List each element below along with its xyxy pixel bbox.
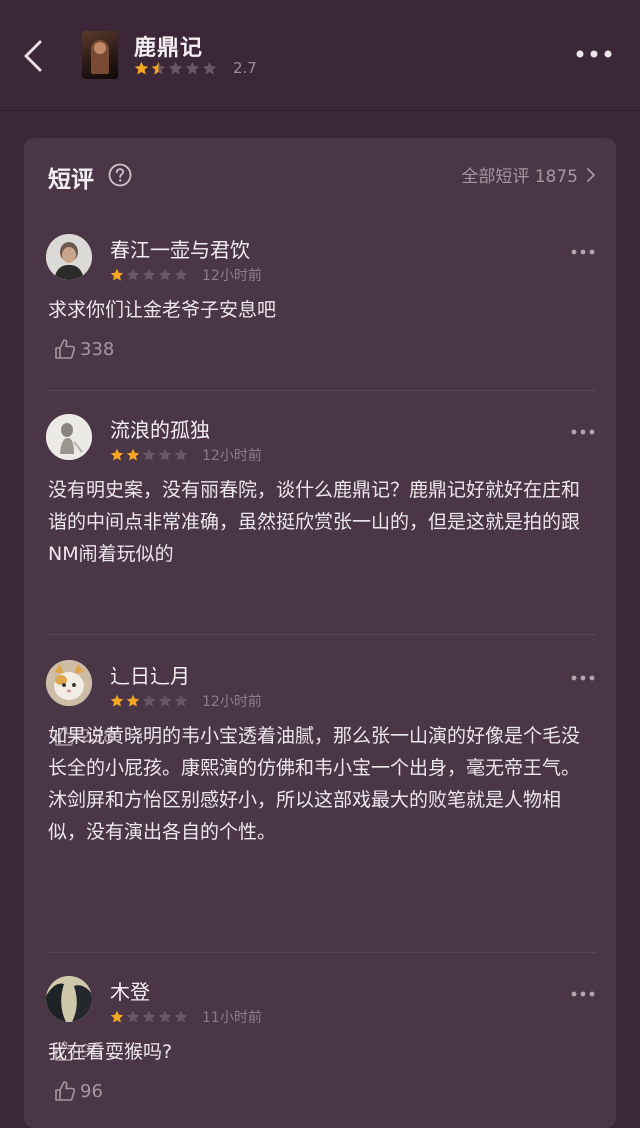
chevron-right-icon [587,167,595,182]
username[interactable]: 辶日辶月 [110,660,190,689]
movie-poster-thumbnail[interactable] [82,31,118,79]
avatar[interactable] [46,976,92,1022]
review-stars [110,1010,190,1024]
movie-title: 鹿鼎记 [134,36,204,61]
star-icon [185,61,200,74]
star-icon [142,268,156,281]
star-icon [110,448,124,461]
thumbs-up-icon [55,339,76,359]
star-icon [174,268,188,281]
rating-score: 2.7 [233,59,257,77]
review-divider [48,952,596,953]
review-time: 12小时前 [202,268,262,284]
star-icon [202,61,217,74]
star-icon [158,268,172,281]
review-more-icon[interactable] [570,246,596,258]
review-time: 12小时前 [202,448,262,464]
star-icon [126,694,140,707]
star-icon [142,1010,156,1023]
star-icon [142,694,156,707]
review-divider [48,390,596,391]
like-button[interactable]: 338 [54,338,114,360]
star-icon [174,1010,188,1023]
review-more-icon[interactable] [570,426,596,438]
star-icon [110,694,124,707]
review-stars [110,268,190,282]
avatar[interactable] [46,234,92,280]
review-meta: 11小时前 [110,1007,262,1027]
review-meta: 12小时前 [110,445,262,465]
review-time: 12小时前 [202,694,262,710]
review-text: 我在看耍猴吗? [48,1041,173,1063]
review-text: 求求你们让金老爷子安息吧 [48,299,277,321]
top-bar: 鹿鼎记 2.7 [0,0,640,110]
avatar[interactable] [46,660,92,706]
username[interactable]: 木登 [110,976,150,1005]
review-text: 没有明史案，没有丽春院，谈什么鹿鼎记？鹿鼎记好就好在庄和谐的中间点非常准确，虽然… [48,479,581,565]
avatar[interactable] [46,414,92,460]
star-icon [174,694,188,707]
username[interactable]: 春江一壶与君饮 [110,234,250,263]
star-icon [126,448,140,461]
username[interactable]: 流浪的孤独 [110,414,210,443]
back-arrow-icon[interactable] [20,38,50,74]
star-icon [158,694,172,707]
star-icon [134,61,149,74]
help-icon[interactable] [108,163,132,187]
like-count: 96 [80,1080,103,1102]
thumbs-up-icon [55,1081,76,1101]
more-options-icon[interactable] [574,44,614,64]
movie-rating: 2.7 [134,59,257,77]
all-reviews-label: 全部短评 1875 [461,167,578,187]
review-divider [48,634,596,635]
star-icon [126,1010,140,1023]
review-meta: 12小时前 [110,691,262,711]
star-icon [110,1010,124,1023]
star-icon [174,448,188,461]
like-button[interactable]: 96 [54,1080,103,1102]
review-stars [110,448,190,462]
review-more-icon[interactable] [570,988,596,1000]
section-title: 短评 [48,167,94,193]
review-more-icon[interactable] [570,672,596,684]
rating-stars [134,61,219,76]
star-icon [151,61,166,74]
star-icon [158,448,172,461]
review-time: 11小时前 [202,1010,262,1026]
star-icon [168,61,183,74]
star-icon [126,268,140,281]
review-stars [110,694,190,708]
short-reviews-card: 短评 全部短评 1875 春江一壶与君饮 12小时前 求求你们让金老爷子安息吧 … [24,138,616,1128]
star-icon [158,1010,172,1023]
review-meta: 12小时前 [110,265,262,285]
review-text: 如果说黄晓明的韦小宝透着油腻，那么张一山演的好像是个毛没长全的小屁孩。康熙演的仿… [48,725,581,843]
star-icon [110,268,124,281]
header-divider [0,110,640,111]
all-reviews-link[interactable]: 全部短评 1875 [461,162,596,187]
like-count: 338 [80,338,115,360]
star-icon [142,448,156,461]
